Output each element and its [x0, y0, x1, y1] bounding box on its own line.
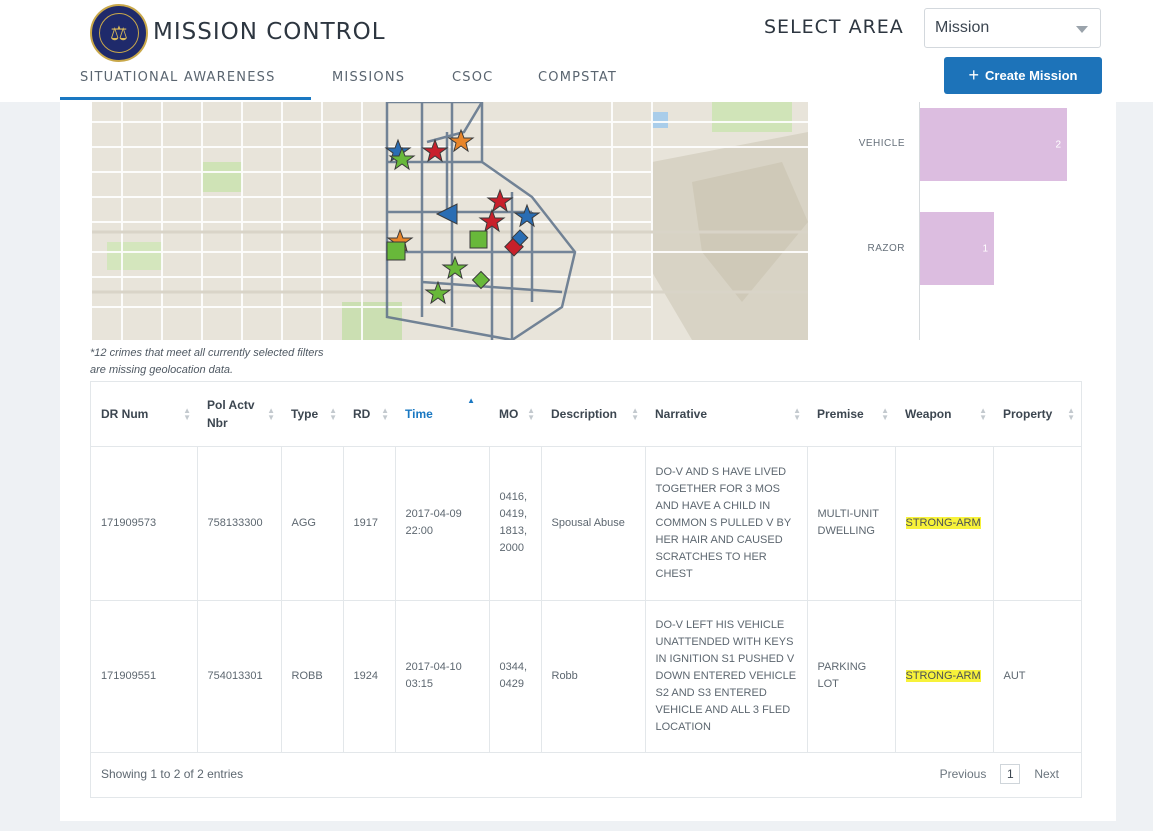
cell-mo: 0416, 0419, 1813, 2000: [489, 446, 542, 601]
app-header: ⚖ MISSION CONTROL SELECT AREA Mission SI…: [0, 0, 1153, 102]
bar-value-vehicle: 2: [1055, 139, 1061, 150]
col-label: Premise: [817, 406, 864, 421]
col-label: RD: [353, 406, 371, 421]
col-weapon[interactable]: Weapon ▲ ▼: [895, 382, 993, 447]
cell-narrative: DO-V LEFT HIS VEHICLE UNATTENDED WITH KE…: [645, 600, 808, 753]
sort-icon: ▲ ▼: [793, 405, 801, 422]
tab-situational-awareness[interactable]: SITUATIONAL AWARENESS: [80, 70, 276, 85]
geolocation-footnote: *12 crimes that meet all currently selec…: [90, 345, 324, 379]
plus-icon: +: [968, 65, 980, 85]
bar-label-razor: RAZOR: [867, 243, 905, 254]
col-mo[interactable]: MO ▲ ▼: [489, 382, 541, 447]
sort-icon: ▲ ▼: [631, 405, 639, 422]
cell-time: 2017-04-10 03:15: [395, 600, 490, 753]
col-dr-num[interactable]: DR Num ▲ ▼: [91, 382, 197, 447]
sort-icon: ▲ ▼: [267, 405, 275, 422]
col-label: MO: [499, 406, 519, 421]
col-label: Property: [1003, 406, 1053, 421]
cell-premise: MULTI-UNIT DWELLING: [807, 446, 896, 601]
department-seal-logo: ⚖: [90, 4, 148, 62]
cell-property: AUT: [993, 600, 1081, 753]
table-header-row: DR Num ▲ ▼ Pol Actv Nbr ▲ ▼ Type ▲ ▼ RD ▲ ▼ Time…: [91, 382, 1081, 447]
cell-premise: PARKING LOT: [807, 600, 896, 753]
col-label: Type: [291, 406, 319, 421]
chevron-down-icon: [1076, 26, 1088, 33]
table-row[interactable]: 171909573 758133300 AGG 1917 2017-04-09 …: [91, 446, 1081, 601]
col-pol-actv-nbr[interactable]: Pol Actv Nbr ▲ ▼: [197, 382, 281, 447]
cell-pol-actv-nbr: 754013301: [197, 600, 282, 753]
sort-icon: ▲ ▼: [183, 405, 191, 422]
area-select[interactable]: Mission: [924, 8, 1101, 48]
col-premise[interactable]: Premise ▲ ▼: [807, 382, 895, 447]
crimes-table: DR Num ▲ ▼ Pol Actv Nbr ▲ ▼ Type ▲ ▼ RD ▲ ▼ Time…: [90, 381, 1082, 798]
col-rd[interactable]: RD ▲ ▼: [343, 382, 395, 447]
col-label: Pol Actv Nbr: [207, 397, 255, 430]
tab-missions[interactable]: MISSIONS: [332, 70, 405, 85]
bar-value-razor: 1: [982, 243, 988, 254]
select-area-label: SELECT AREA: [764, 16, 904, 38]
footnote-line-2: are missing geolocation data.: [90, 364, 234, 376]
col-label: Weapon: [905, 406, 952, 421]
app-title: MISSION CONTROL: [153, 19, 386, 45]
weapon-highlight: STRONG-ARM: [905, 669, 981, 682]
col-time[interactable]: Time ▲: [395, 382, 489, 447]
crime-map[interactable]: [92, 102, 808, 340]
cell-rd: 1917: [343, 446, 396, 601]
weapon-highlight: STRONG-ARM: [905, 516, 981, 529]
col-type[interactable]: Type ▲ ▼: [281, 382, 343, 447]
col-property[interactable]: Property ▲ ▼: [993, 382, 1081, 447]
scales-icon: ⚖: [99, 13, 139, 53]
area-select-value: Mission: [935, 19, 990, 36]
cell-description: Spousal Abuse: [541, 446, 646, 601]
col-label: Time: [405, 406, 433, 421]
cell-dr-num: 171909573: [91, 446, 198, 601]
table-row[interactable]: 171909551 754013301 ROBB 1924 2017-04-10…: [91, 600, 1081, 753]
sort-icon: ▲ ▼: [329, 405, 337, 422]
sort-icon: ▲ ▼: [881, 405, 889, 422]
cell-dr-num: 171909551: [91, 600, 198, 753]
cell-weapon: STRONG-ARM: [895, 600, 994, 753]
table-footer: Showing 1 to 2 of 2 entries Previous 1 N…: [91, 752, 1081, 798]
entries-info: Showing 1 to 2 of 2 entries: [101, 767, 244, 781]
page-1-button[interactable]: 1: [1000, 764, 1021, 784]
cell-description: Robb: [541, 600, 646, 753]
bar-razor[interactable]: 1: [920, 212, 994, 285]
cell-type: AGG: [281, 446, 344, 601]
previous-page-button[interactable]: Previous: [940, 767, 987, 781]
footnote-line-1: *12 crimes that meet all currently selec…: [90, 347, 324, 359]
next-page-button[interactable]: Next: [1034, 767, 1059, 781]
col-narrative[interactable]: Narrative ▲ ▼: [645, 382, 807, 447]
col-description[interactable]: Description ▲ ▼: [541, 382, 645, 447]
col-label: DR Num: [101, 406, 149, 421]
col-label: Narrative: [655, 406, 708, 421]
cell-rd: 1924: [343, 600, 396, 753]
sort-ascending-icon: ▲: [467, 396, 475, 405]
sort-icon: ▲ ▼: [1067, 405, 1075, 422]
cell-pol-actv-nbr: 758133300: [197, 446, 282, 601]
sort-icon: ▲ ▼: [527, 405, 535, 422]
map-canvas: [92, 102, 808, 340]
cell-mo: 0344, 0429: [489, 600, 542, 753]
cell-time: 2017-04-09 22:00: [395, 446, 490, 601]
create-mission-button[interactable]: + Create Mission: [944, 57, 1102, 94]
sort-icon: ▲ ▼: [979, 405, 987, 422]
create-mission-label: Create Mission: [985, 68, 1078, 83]
cell-type: ROBB: [281, 600, 344, 753]
bar-label-vehicle: VEHICLE: [858, 138, 905, 149]
active-tab-indicator: [60, 97, 311, 100]
cell-narrative: DO-V AND S HAVE LIVED TOGETHER FOR 3 MOS…: [645, 446, 808, 601]
pagination: Previous 1 Next: [940, 764, 1059, 784]
bar-vehicle[interactable]: 2: [920, 108, 1067, 181]
tab-csoc[interactable]: CSOC: [452, 70, 493, 85]
cell-weapon: STRONG-ARM: [895, 446, 994, 601]
col-label: Description: [551, 406, 618, 421]
tab-compstat[interactable]: COMPSTAT: [538, 70, 617, 85]
cell-property: [993, 446, 1081, 601]
sort-icon: ▲ ▼: [381, 405, 389, 422]
